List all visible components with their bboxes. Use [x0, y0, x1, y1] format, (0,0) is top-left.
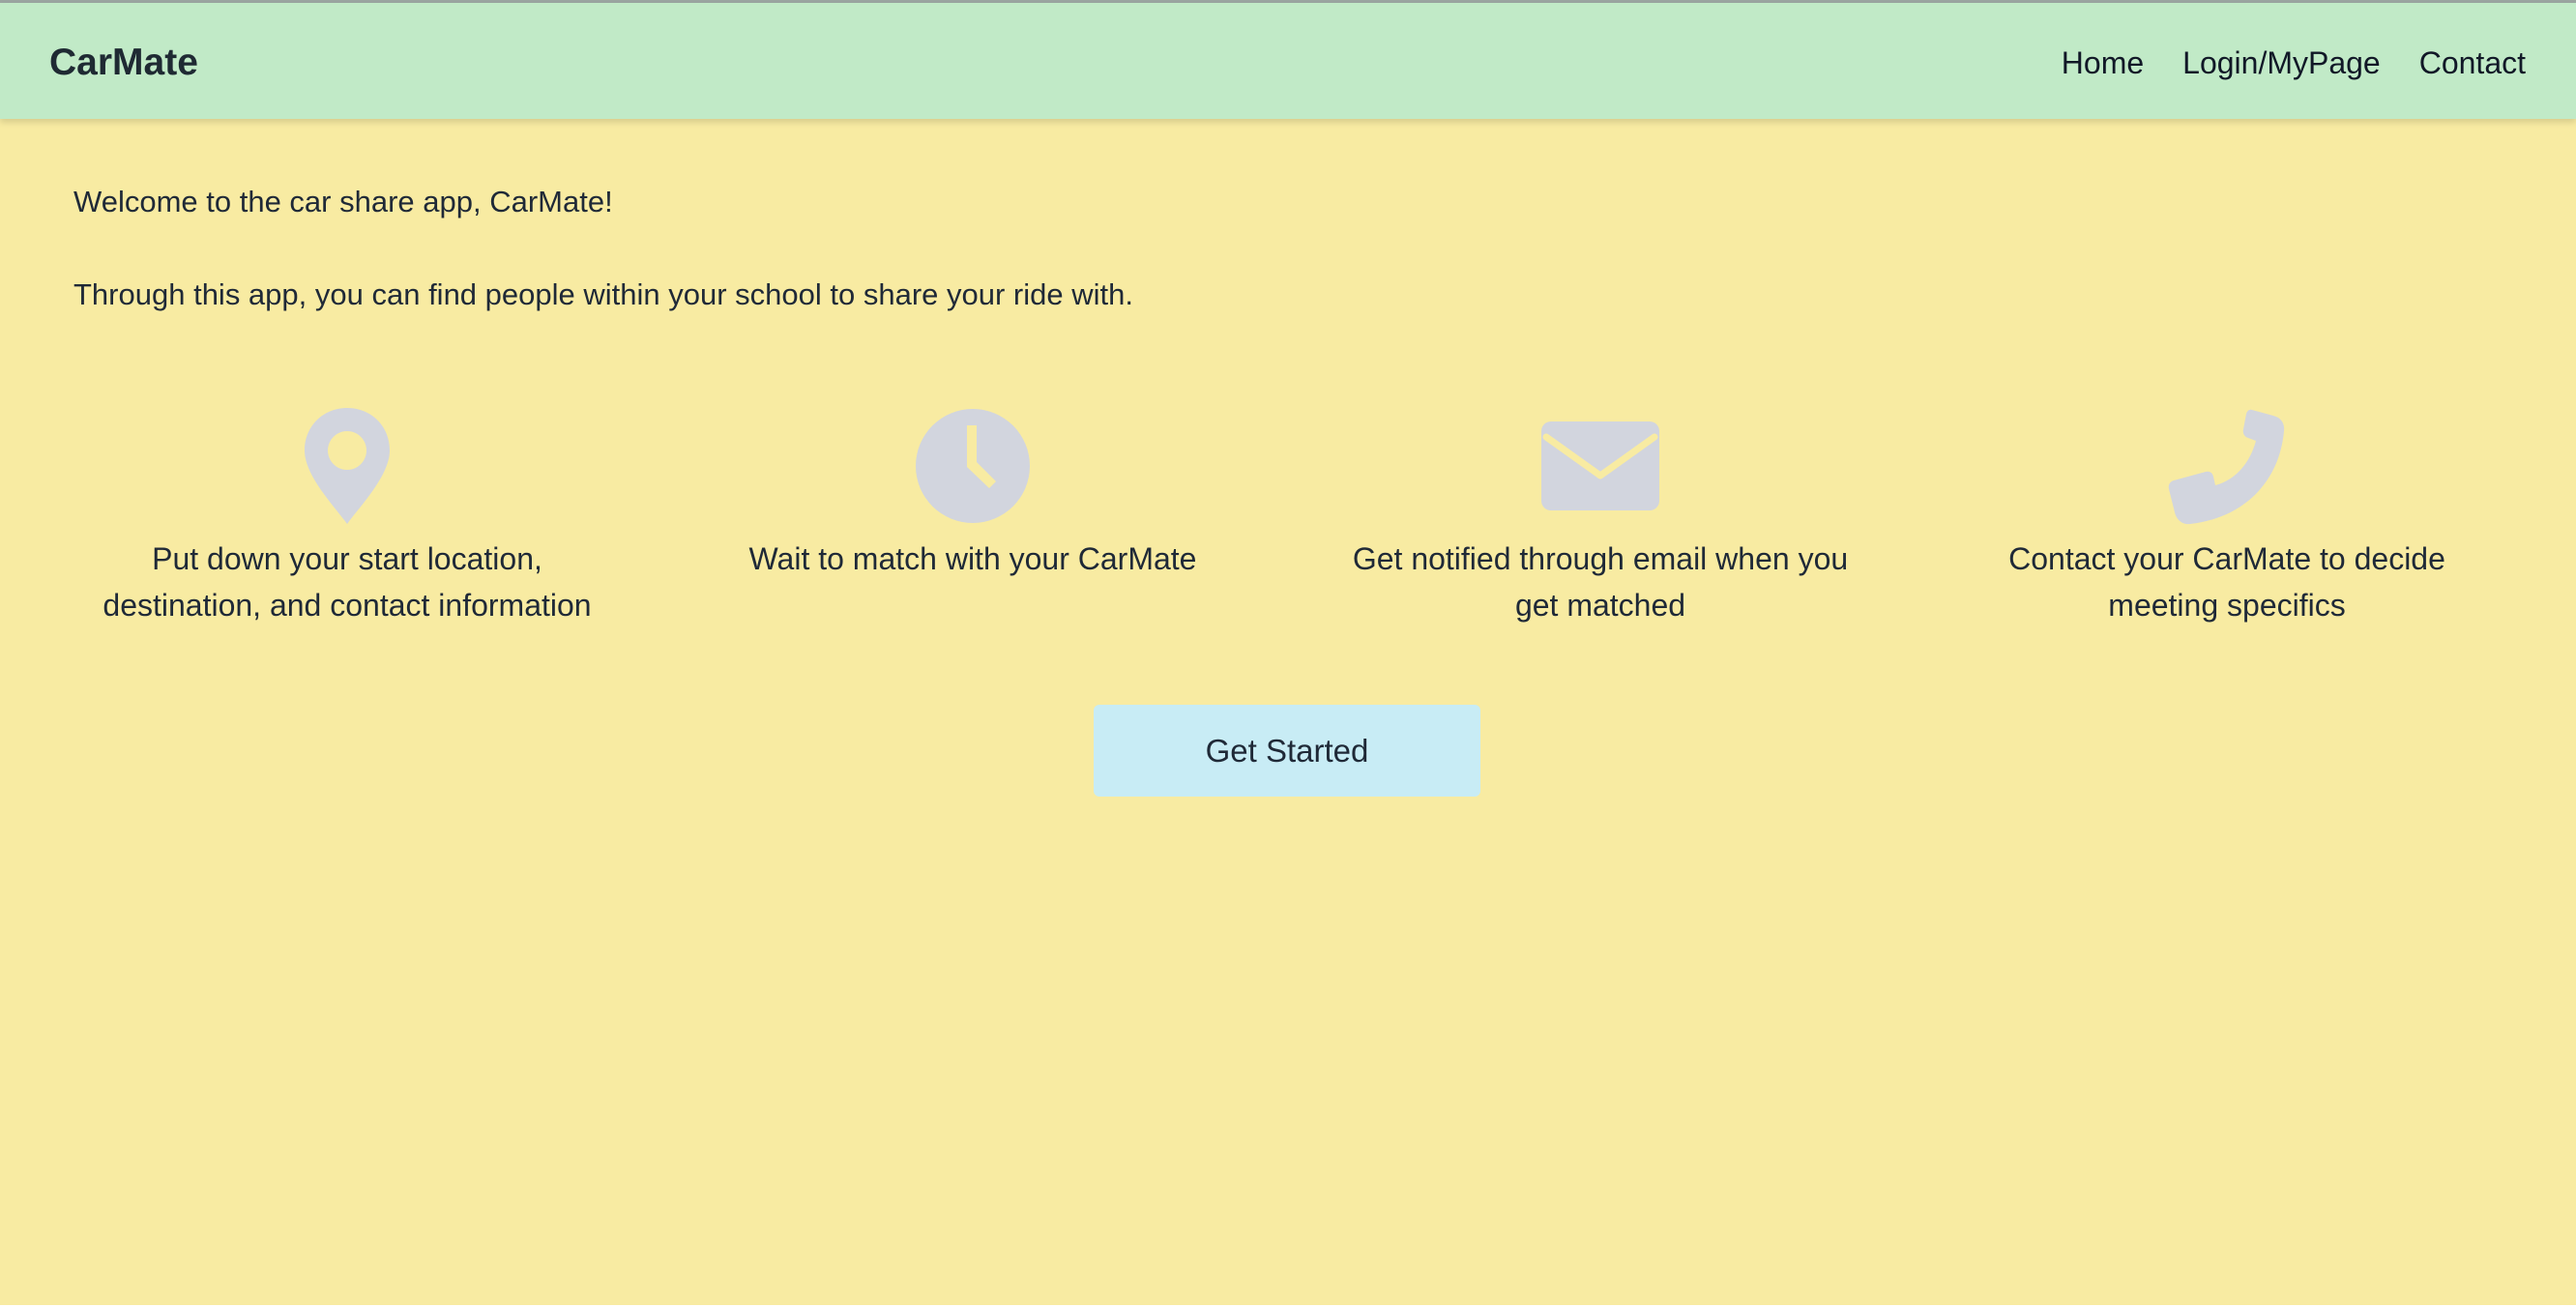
feature-contact-text: Contact your CarMate to decide meeting s… — [1937, 536, 2517, 628]
get-started-button[interactable]: Get Started — [1094, 705, 1480, 797]
feature-contact-line1: Contact your CarMate to decide — [2008, 541, 2445, 576]
feature-email: Get notified through email when you get … — [1310, 406, 1890, 628]
description-text: Through this app, you can find people wi… — [73, 277, 1133, 311]
nav-links: Home Login/MyPage Contact — [2062, 40, 2526, 86]
brand-logo[interactable]: CarMate — [49, 40, 198, 86]
welcome-text: Welcome to the car share app, CarMate! — [73, 185, 613, 218]
navbar: CarMate Home Login/MyPage Contact — [0, 3, 2576, 119]
nav-link-home[interactable]: Home — [2062, 40, 2144, 86]
nav-link-login-mypage[interactable]: Login/MyPage — [2182, 40, 2381, 86]
feature-wait-text: Wait to match with your CarMate — [683, 536, 1263, 582]
phone-icon — [1937, 406, 2517, 526]
feature-email-line2: get matched — [1514, 588, 1686, 623]
feature-location-text: Put down your start location, destinatio… — [57, 536, 637, 628]
feature-location: Put down your start location, destinatio… — [57, 406, 637, 628]
feature-email-line1: Get notified through email when you — [1352, 541, 1849, 576]
feature-location-line2: destination, and contact information — [102, 588, 592, 623]
envelope-icon — [1310, 406, 1890, 526]
feature-wait-line1: Wait to match with your CarMate — [748, 541, 1197, 576]
features-row: Put down your start location, destinatio… — [0, 406, 2576, 657]
feature-contact-line2: meeting specifics — [2108, 588, 2346, 623]
feature-location-line1: Put down your start location, — [152, 541, 542, 576]
feature-email-text: Get notified through email when you get … — [1310, 536, 1890, 628]
feature-contact: Contact your CarMate to decide meeting s… — [1937, 406, 2517, 628]
clock-icon — [683, 406, 1263, 526]
nav-link-contact[interactable]: Contact — [2419, 40, 2526, 86]
feature-wait: Wait to match with your CarMate — [683, 406, 1263, 582]
map-pin-icon — [57, 406, 637, 526]
